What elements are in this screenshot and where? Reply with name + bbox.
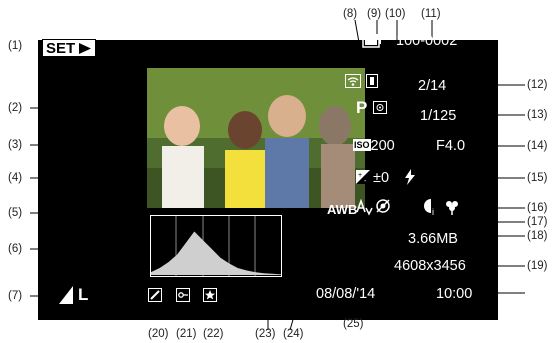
shooting-time: 10:00 — [436, 286, 473, 302]
callout-22: (22) — [203, 328, 224, 340]
my-colors-icon — [356, 198, 373, 216]
macro-icon — [446, 201, 458, 215]
aperture-value: F4.0 — [436, 138, 466, 154]
callout-21: (21) — [176, 328, 197, 340]
callout-14: (14) — [527, 140, 548, 152]
protect-icon — [366, 74, 378, 88]
svg-text:i: i — [432, 207, 434, 216]
callout-20: (20) — [148, 328, 169, 340]
compression-icon — [59, 286, 73, 304]
histogram-curve — [151, 231, 281, 275]
callout-9: (9) — [367, 8, 382, 20]
callout-1: (1) — [8, 40, 23, 52]
callout-13: (13) — [527, 109, 548, 121]
white-balance: AWB — [327, 202, 358, 217]
red-eye-icon — [376, 199, 390, 213]
flash-icon — [405, 169, 415, 185]
i-contrast-icon: i — [424, 199, 438, 216]
edited-icon — [148, 288, 162, 302]
callout-11: (11) — [421, 8, 441, 20]
callout-18: (18) — [527, 230, 548, 242]
callout-25: (25) — [343, 318, 364, 330]
metering-icon — [373, 101, 387, 114]
callout-2: (2) — [8, 102, 23, 114]
callout-5: (5) — [8, 207, 23, 219]
set-label: SET — [46, 40, 76, 57]
callout-12: (12) — [527, 79, 548, 91]
image-size: L — [78, 285, 89, 304]
key-icon — [176, 288, 190, 302]
callout-16: (16) — [527, 202, 548, 214]
battery-icon — [362, 36, 381, 48]
exposure-compensation-icon: + - — [356, 170, 370, 184]
star-icon — [203, 288, 217, 302]
iso-label: ISO — [353, 139, 371, 151]
play-triangle-icon — [79, 43, 91, 54]
image-resolution: 4608x3456 — [394, 258, 466, 274]
shooting-date: 08/08/'14 — [316, 286, 376, 302]
wifi-icon — [345, 74, 361, 88]
callout-10: (10) — [385, 8, 406, 20]
callout-8: (8) — [343, 8, 358, 20]
shooting-mode: P — [356, 98, 368, 117]
playback-photo — [147, 68, 365, 208]
svg-text:+: + — [358, 172, 362, 179]
callout-24: (24) — [283, 328, 304, 340]
callout-4: (4) — [8, 172, 23, 184]
iso-readout: ISO200 — [353, 137, 395, 155]
callout-23: (23) — [255, 328, 276, 340]
callout-17: (17) — [527, 216, 548, 228]
callout-7: (7) — [8, 290, 23, 302]
set-playback-button: SET — [42, 39, 96, 57]
image-count: 2/14 — [418, 78, 447, 94]
histogram — [150, 215, 282, 277]
exposure-compensation-value: ±0 — [373, 170, 390, 186]
callout-19: (19) — [527, 260, 548, 272]
file-size: 3.66MB — [408, 231, 458, 247]
folder-file-number: 100-0002 — [396, 33, 458, 49]
iso-value: 200 — [370, 138, 395, 154]
shutter-speed: 1/125 — [420, 108, 457, 124]
callout-3: (3) — [8, 139, 23, 151]
callout-6: (6) — [8, 243, 23, 255]
callout-15: (15) — [527, 172, 548, 184]
